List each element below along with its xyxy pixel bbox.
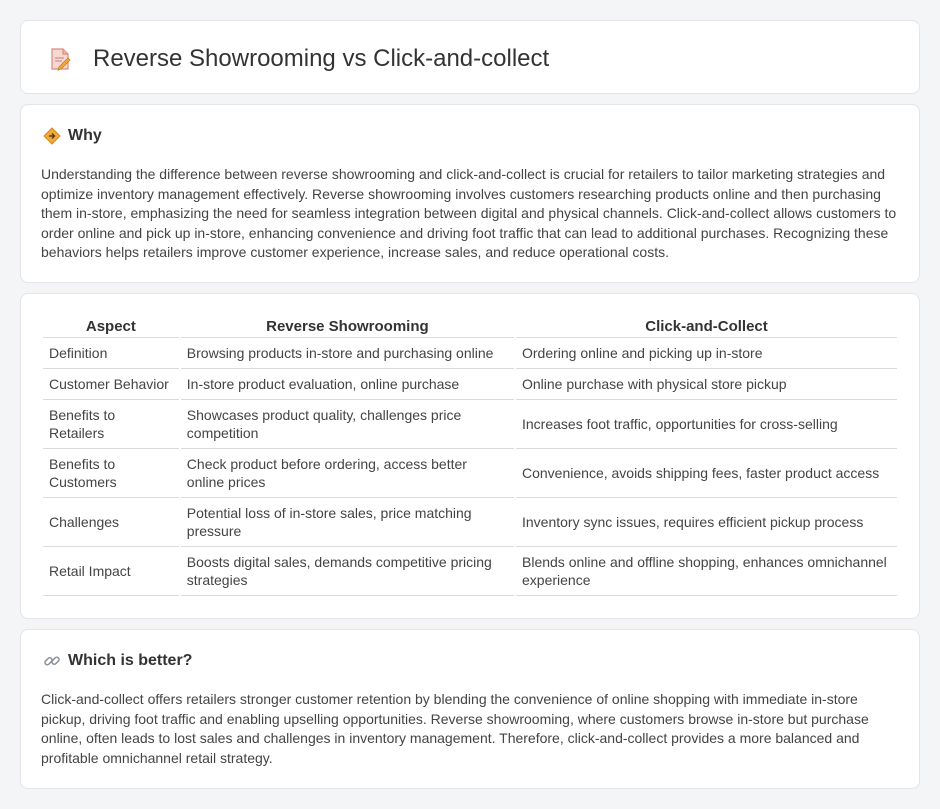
table-cell: Retail Impact bbox=[43, 547, 179, 596]
table-row: Customer Behavior In-store product evalu… bbox=[43, 369, 897, 400]
table-cell: Customer Behavior bbox=[43, 369, 179, 400]
table-cell: Ordering online and picking up in-store bbox=[516, 338, 897, 369]
table-header-row: Aspect Reverse Showrooming Click-and-Col… bbox=[43, 316, 897, 338]
why-heading: Why bbox=[68, 127, 102, 144]
table-row: Benefits to Customers Check product befo… bbox=[43, 449, 897, 498]
column-header-aspect: Aspect bbox=[43, 316, 179, 338]
table-cell: Showcases product quality, challenges pr… bbox=[180, 400, 514, 449]
table-cell: Definition bbox=[43, 338, 179, 369]
why-paragraph: Understanding the difference between rev… bbox=[41, 166, 897, 260]
table-row: Retail Impact Boosts digital sales, dema… bbox=[43, 547, 897, 596]
table-row: Challenges Potential loss of in-store sa… bbox=[43, 498, 897, 547]
table-cell: Check product before ordering, access be… bbox=[180, 449, 514, 498]
which-is-better-section: Which is better? Click-and-collect offer… bbox=[20, 629, 920, 789]
table-row: Definition Browsing products in-store an… bbox=[43, 338, 897, 369]
table-cell: Online purchase with physical store pick… bbox=[516, 369, 897, 400]
link-icon bbox=[44, 656, 60, 666]
table-cell: Benefits to Retailers bbox=[43, 400, 179, 449]
title-card: Reverse Showrooming vs Click-and-collect bbox=[20, 20, 920, 94]
which-is-better-heading: Which is better? bbox=[68, 652, 193, 669]
column-header-click-and-collect: Click-and-Collect bbox=[516, 316, 897, 338]
table-cell: Browsing products in-store and purchasin… bbox=[180, 338, 514, 369]
comparison-section: Aspect Reverse Showrooming Click-and-Col… bbox=[20, 293, 920, 619]
table-row: Benefits to Retailers Showcases product … bbox=[43, 400, 897, 449]
document-pencil-icon bbox=[51, 48, 71, 71]
which-is-better-paragraph: Click-and-collect offers retailers stron… bbox=[41, 691, 869, 766]
table-cell: Benefits to Customers bbox=[43, 449, 179, 498]
table-cell: Potential loss of in-store sales, price … bbox=[180, 498, 514, 547]
table-cell: Convenience, avoids shipping fees, faste… bbox=[516, 449, 897, 498]
why-section: Why Understanding the difference between… bbox=[20, 104, 920, 283]
table-cell: Inventory sync issues, requires efficien… bbox=[516, 498, 897, 547]
comparison-table: Aspect Reverse Showrooming Click-and-Col… bbox=[41, 316, 899, 596]
table-cell: Boosts digital sales, demands competitiv… bbox=[180, 547, 514, 596]
table-cell: Increases foot traffic, opportunities fo… bbox=[516, 400, 897, 449]
column-header-reverse-showrooming: Reverse Showrooming bbox=[180, 316, 514, 338]
table-cell: Blends online and offline shopping, enha… bbox=[516, 547, 897, 596]
table-cell: Challenges bbox=[43, 498, 179, 547]
diamond-warning-icon bbox=[43, 127, 61, 145]
page-title: Reverse Showrooming vs Click-and-collect bbox=[93, 45, 550, 72]
table-cell: In-store product evaluation, online purc… bbox=[180, 369, 514, 400]
